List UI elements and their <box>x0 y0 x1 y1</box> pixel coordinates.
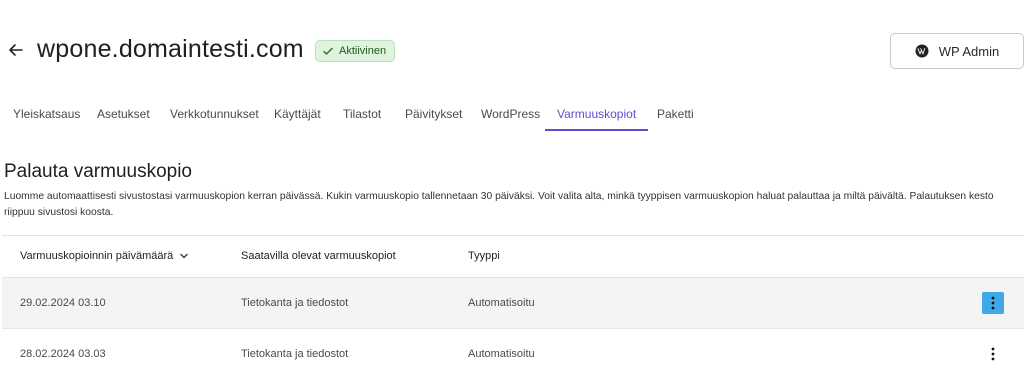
tab-varmuuskopiot[interactable]: Varmuuskopiot <box>544 100 649 131</box>
cell-backups: Tietokanta ja tiedostot <box>241 348 349 360</box>
tab-paketti[interactable]: Paketti <box>657 100 694 131</box>
row-actions-kebab-icon[interactable] <box>982 343 1004 365</box>
wordpress-icon <box>915 44 929 58</box>
section-title: Palauta varmuuskopio <box>4 161 192 182</box>
tab-tilastot[interactable]: Tilastot <box>343 100 381 131</box>
backups-table: Varmuuskopioinnin päivämäärä Saatavilla … <box>2 235 1024 376</box>
cell-date: 29.02.2024 03.10 <box>20 297 106 309</box>
tab-wordpress[interactable]: WordPress <box>481 100 540 131</box>
status-badge: Aktiivinen <box>315 40 396 62</box>
wp-admin-label: WP Admin <box>938 43 1000 59</box>
tab-yleiskatsaus[interactable]: Yleiskatsaus <box>13 100 80 131</box>
column-date-header[interactable]: Varmuuskopioinnin päivämäärä <box>20 250 189 262</box>
tab-verkkotunnukset[interactable]: Verkkotunnukset <box>170 100 259 131</box>
row-actions-kebab-icon[interactable] <box>982 292 1004 314</box>
tab-paivitykset[interactable]: Päivitykset <box>405 100 462 131</box>
tab-asetukset[interactable]: Asetukset <box>97 100 150 131</box>
table-row[interactable]: 28.02.2024 03.03 Tietokanta ja tiedostot… <box>2 329 1024 376</box>
chevron-down-icon <box>180 253 188 259</box>
cell-type: Automatisoitu <box>468 297 535 309</box>
cell-date: 28.02.2024 03.03 <box>20 348 106 360</box>
table-row[interactable]: 29.02.2024 03.10 Tietokanta ja tiedostot… <box>2 278 1024 329</box>
site-header: wpone.domaintesti.com Aktiivinen WP Admi… <box>0 0 1024 100</box>
cell-backups: Tietokanta ja tiedostot <box>241 297 349 309</box>
wp-admin-button[interactable]: WP Admin <box>890 33 1024 69</box>
column-backups-header: Saatavilla olevat varmuuskopiot <box>241 250 396 262</box>
tab-kayttajat[interactable]: Käyttäjät <box>274 100 321 131</box>
column-type-header: Tyyppi <box>468 250 500 262</box>
column-date-label: Varmuuskopioinnin päivämäärä <box>20 250 174 262</box>
table-header: Varmuuskopioinnin päivämäärä Saatavilla … <box>2 236 1024 278</box>
section-description: Luomme automaattisesti sivustostasi varm… <box>4 191 994 218</box>
cell-type: Automatisoitu <box>468 348 535 360</box>
status-badge-label: Aktiivinen <box>339 45 387 57</box>
page-title: wpone.domaintesti.com <box>37 35 304 63</box>
check-icon <box>323 47 333 55</box>
back-arrow-icon[interactable] <box>6 40 26 60</box>
